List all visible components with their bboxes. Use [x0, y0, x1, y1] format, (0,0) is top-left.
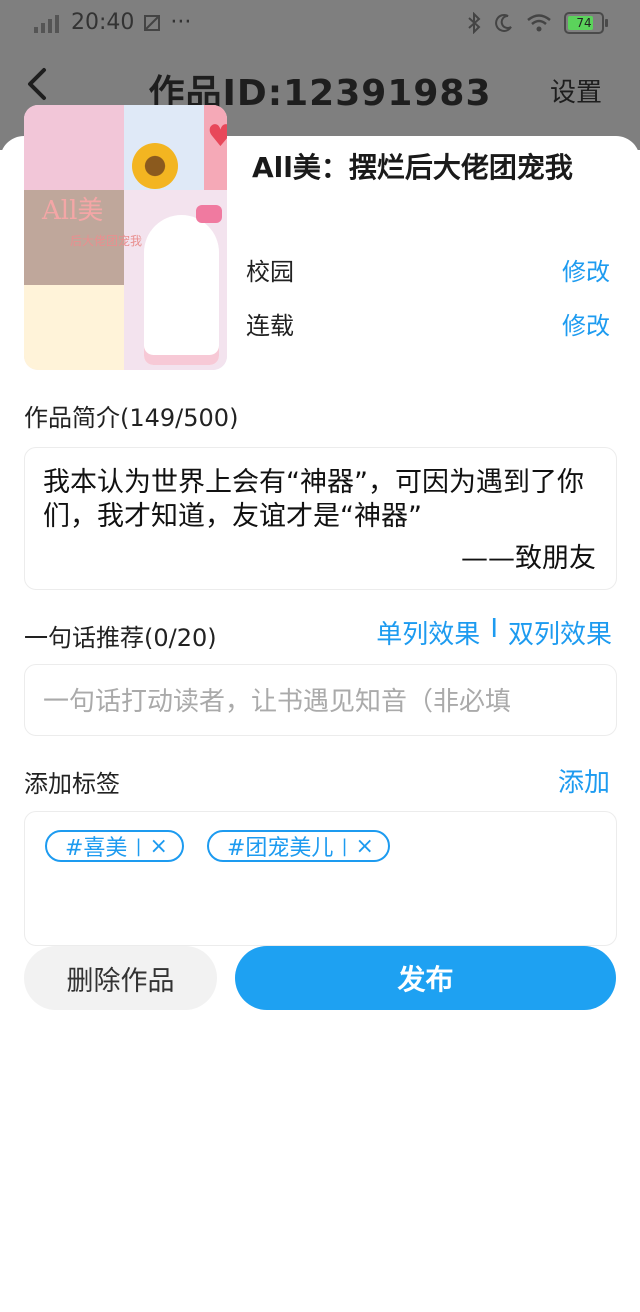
battery-icon: 74 [564, 12, 608, 34]
bluetooth-icon [468, 12, 481, 34]
tag-chip[interactable]: #喜美 | × [45, 830, 184, 862]
status-left: 20:40 ··· [34, 10, 191, 35]
remove-tag-icon[interactable]: × [150, 834, 168, 859]
status-more: ··· [170, 10, 192, 35]
signal-icon [34, 13, 59, 33]
tag-text: #喜美 [65, 836, 128, 861]
character-art [144, 215, 219, 365]
cover-panel [24, 105, 124, 190]
tag-text: #团宠美儿 [227, 836, 334, 861]
intro-text: 我本认为世界上会有“神器”，可因为遇到了你们，我才知道，友谊才是“神器” [43, 467, 584, 532]
edit-status-button[interactable]: 修改 [562, 306, 610, 341]
cover-image[interactable]: ♥ All美 后大佬团宠我 [24, 105, 227, 370]
moon-icon [495, 14, 512, 32]
intro-label: 作品简介(149/500) [24, 404, 239, 432]
heart-icon: ♥ [207, 119, 227, 154]
settings-button[interactable]: 设置 [550, 72, 602, 109]
category-label: 校园 [246, 258, 294, 286]
status-right: 74 [466, 12, 608, 34]
status-time: 20:40 [71, 10, 135, 35]
slogan-placeholder: 一句话打动读者，让书遇见知音（非必填 [43, 687, 512, 717]
cover-title: All美 [42, 196, 104, 226]
tag-chip[interactable]: #团宠美儿 | × [207, 830, 390, 862]
tags-label: 添加标签 [24, 770, 120, 798]
delete-work-button[interactable]: 删除作品 [24, 946, 217, 1010]
intro-textarea[interactable]: 我本认为世界上会有“神器”，可因为遇到了你们，我才知道，友谊才是“神器” ——致… [24, 447, 617, 590]
slogan-input[interactable]: 一句话打动读者，让书遇见知音（非必填 [24, 664, 617, 736]
status-label: 连载 [246, 312, 294, 340]
tags-box: #喜美 | × #团宠美儿 | × [24, 811, 617, 946]
battery-level: 74 [576, 16, 592, 30]
bow-art [196, 205, 222, 223]
add-tag-button[interactable]: 添加 [558, 762, 610, 799]
tag-separator: | [341, 835, 348, 857]
cover-panel [24, 285, 124, 370]
publish-button[interactable]: 发布 [235, 946, 616, 1010]
single-column-option[interactable]: 单列效果 [376, 614, 480, 651]
edit-category-button[interactable]: 修改 [562, 252, 610, 287]
slogan-label: 一句话推荐(0/20) [24, 624, 217, 652]
remove-tag-icon[interactable]: × [356, 834, 374, 859]
work-title: All美：摆烂后大佬团宠我 [252, 151, 573, 184]
intro-signature: ——致朋友 [461, 543, 596, 574]
tag-separator: | [135, 835, 142, 857]
mode-separator: I [490, 614, 498, 644]
sunflower-art [132, 143, 178, 189]
display-mode-toggle: 单列效果 I 双列效果 [376, 614, 612, 651]
wifi-icon [527, 14, 551, 32]
double-column-option[interactable]: 双列效果 [508, 614, 612, 651]
cover-subtitle: 后大佬团宠我 [70, 234, 143, 248]
screenshot-icon [144, 14, 161, 31]
status-bar: 20:40 ··· 74 [0, 0, 640, 50]
